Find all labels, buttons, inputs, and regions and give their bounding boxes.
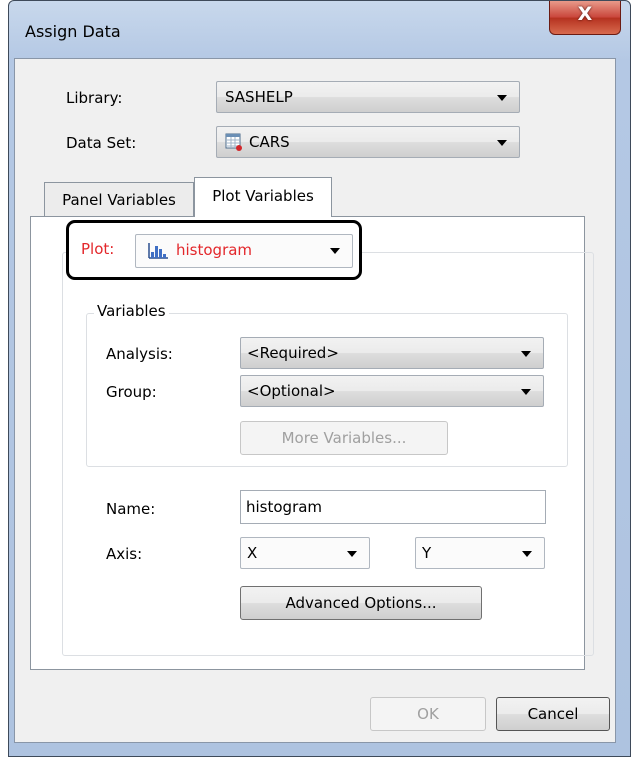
chevron-down-icon — [347, 551, 357, 557]
name-label: Name: — [106, 500, 156, 518]
dataset-table-icon — [225, 133, 242, 151]
chevron-down-icon — [521, 351, 531, 357]
more-variables-label: More Variables... — [281, 429, 407, 447]
name-value: histogram — [246, 498, 323, 516]
axis-x-value: X — [247, 544, 258, 562]
group-dropdown[interactable]: <Optional> — [240, 375, 544, 407]
ok-button[interactable]: OK — [370, 697, 486, 731]
dialog-title: Assign Data — [25, 22, 121, 41]
library-value: SASHELP — [225, 88, 293, 106]
advanced-options-button[interactable]: Advanced Options... — [240, 586, 482, 620]
chevron-down-icon — [522, 551, 532, 557]
name-field[interactable]: histogram — [240, 490, 546, 524]
axis-label: Axis: — [106, 545, 143, 563]
chevron-down-icon — [497, 95, 507, 101]
group-label: Group: — [106, 383, 157, 401]
dataset-dropdown[interactable]: CARS — [216, 126, 520, 158]
plot-selector-highlight: Plot: histogram — [66, 220, 362, 280]
cancel-label: Cancel — [527, 705, 579, 723]
tab-label: Plot Variables — [212, 187, 314, 205]
chevron-down-icon — [330, 248, 340, 254]
tab-panel-variables[interactable]: Panel Variables — [44, 182, 194, 216]
tab-label: Panel Variables — [62, 191, 176, 209]
plot-value: histogram — [176, 241, 253, 259]
dataset-label: Data Set: — [66, 134, 137, 152]
library-dropdown[interactable]: SASHELP — [216, 81, 520, 113]
close-icon: X — [577, 3, 593, 25]
plot-label: Plot: — [81, 240, 115, 258]
group-value: <Optional> — [247, 382, 336, 400]
chevron-down-icon — [497, 140, 507, 146]
advanced-options-label: Advanced Options... — [285, 594, 437, 612]
variables-group-title: Variables — [94, 302, 169, 320]
axis-y-dropdown[interactable]: Y — [415, 537, 545, 569]
histogram-icon — [148, 243, 168, 259]
more-variables-button[interactable]: More Variables... — [240, 421, 448, 455]
library-label: Library: — [66, 89, 123, 107]
analysis-value: <Required> — [247, 344, 339, 362]
dataset-value: CARS — [249, 133, 290, 151]
cancel-button[interactable]: Cancel — [496, 697, 610, 731]
chevron-down-icon — [521, 389, 531, 395]
analysis-dropdown[interactable]: <Required> — [240, 337, 544, 369]
plot-type-dropdown[interactable]: histogram — [135, 234, 353, 268]
ok-label: OK — [417, 705, 439, 723]
axis-y-value: Y — [422, 544, 432, 562]
analysis-label: Analysis: — [106, 345, 173, 363]
close-button[interactable]: X — [549, 1, 621, 35]
tab-plot-variables[interactable]: Plot Variables — [194, 177, 332, 217]
axis-x-dropdown[interactable]: X — [240, 537, 370, 569]
title-bar[interactable]: Assign Data X — [9, 1, 630, 59]
